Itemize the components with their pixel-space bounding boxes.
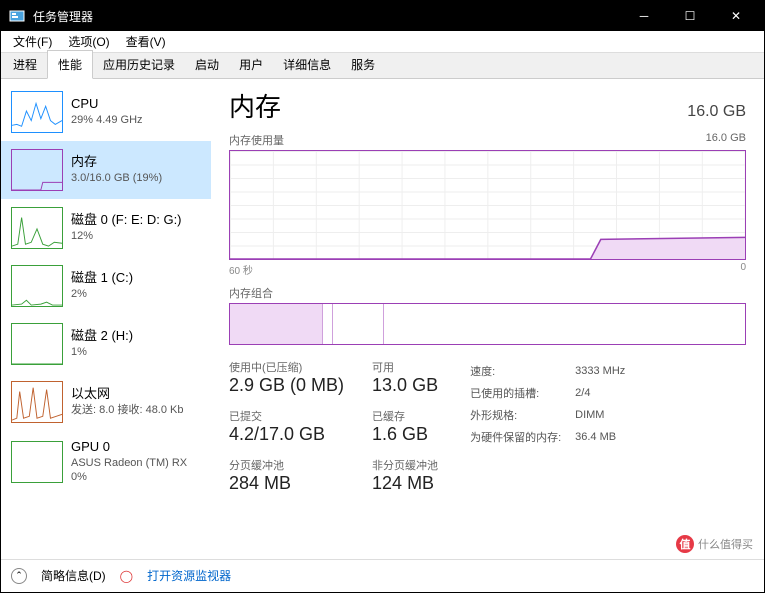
net-sparkline	[11, 381, 63, 423]
disk-sparkline	[11, 265, 63, 307]
memory-form: DIMM	[575, 405, 637, 425]
tab-users[interactable]: 用户	[229, 51, 273, 78]
stat-in-use: 2.9 GB (0 MB)	[229, 375, 344, 396]
resmon-icon: ◯	[120, 569, 133, 583]
fewer-details-link[interactable]: 简略信息(D)	[41, 567, 106, 584]
stat-paged: 284 MB	[229, 473, 344, 494]
memory-speed: 3333 MHz	[575, 361, 637, 381]
sidebar-item-disk2[interactable]: 磁盘 2 (H:)1%	[1, 315, 211, 373]
sidebar-label: GPU 0	[71, 439, 187, 456]
window-title: 任务管理器	[33, 8, 630, 25]
disk-sparkline	[11, 323, 63, 365]
sidebar-sub: 3.0/16.0 GB (19%)	[71, 171, 162, 185]
sidebar-item-cpu[interactable]: CPU29% 4.49 GHz	[1, 83, 211, 141]
menu-view[interactable]: 查看(V)	[118, 30, 174, 53]
tab-performance[interactable]: 性能	[47, 50, 93, 79]
sidebar-item-memory[interactable]: 内存3.0/16.0 GB (19%)	[1, 141, 211, 199]
memory-details-table: 速度:3333 MHz 已使用的插槽:2/4 外形规格:DIMM 为硬件保留的内…	[468, 359, 639, 449]
watermark-icon: 值	[676, 535, 694, 553]
sidebar-label: 磁盘 2 (H:)	[71, 328, 133, 345]
sidebar-label: 磁盘 1 (C:)	[71, 270, 133, 287]
stat-label: 分页缓冲池	[229, 457, 344, 473]
stat-label: 已提交	[229, 408, 344, 424]
open-resource-monitor-link[interactable]: 打开资源监视器	[147, 567, 231, 584]
sidebar-sub: 12%	[71, 229, 182, 243]
sidebar-label: CPU	[71, 96, 143, 113]
memory-sparkline	[11, 149, 63, 191]
stat-committed: 4.2/17.0 GB	[229, 424, 344, 445]
sidebar: CPU29% 4.49 GHz 内存3.0/16.0 GB (19%) 磁盘 0…	[1, 79, 211, 559]
stat-nonpaged: 124 MB	[372, 473, 438, 494]
memory-reserved: 36.4 MB	[575, 427, 637, 447]
watermark: 值 什么值得买	[670, 531, 759, 557]
stat-label: 已缓存	[372, 408, 438, 424]
sidebar-sub: ASUS Radeon (TM) RX 0%	[71, 456, 187, 485]
sidebar-sub: 2%	[71, 287, 133, 301]
memory-capacity: 16.0 GB	[687, 103, 746, 121]
footer: ⌃ 简略信息(D) ◯ 打开资源监视器	[1, 559, 764, 591]
close-button[interactable]: ✕	[722, 9, 750, 23]
sidebar-item-disk1[interactable]: 磁盘 1 (C:)2%	[1, 257, 211, 315]
title-bar: 任务管理器 ─ ☐ ✕	[1, 1, 764, 31]
sidebar-sub: 29% 4.49 GHz	[71, 113, 143, 127]
sidebar-item-disk0[interactable]: 磁盘 0 (F: E: D: G:)12%	[1, 199, 211, 257]
disk-sparkline	[11, 207, 63, 249]
memory-composition[interactable]	[229, 303, 746, 345]
tab-processes[interactable]: 进程	[3, 51, 47, 78]
sidebar-label: 磁盘 0 (F: E: D: G:)	[71, 212, 182, 229]
tab-services[interactable]: 服务	[341, 51, 385, 78]
tab-bar: 进程 性能 应用历史记录 启动 用户 详细信息 服务	[1, 53, 764, 79]
sidebar-item-ethernet[interactable]: 以太网发送: 8.0 接收: 48.0 Kb	[1, 373, 211, 431]
tab-details[interactable]: 详细信息	[273, 51, 341, 78]
page-title: 内存	[229, 87, 281, 124]
sidebar-sub: 发送: 8.0 接收: 48.0 Kb	[71, 403, 184, 417]
memory-slots: 2/4	[575, 383, 637, 403]
stat-label: 可用	[372, 359, 438, 375]
stat-label: 非分页缓冲池	[372, 457, 438, 473]
axis-right: 0	[740, 262, 746, 277]
chevron-up-icon[interactable]: ⌃	[11, 568, 27, 584]
sidebar-sub: 1%	[71, 345, 133, 359]
cpu-sparkline	[11, 91, 63, 133]
app-icon	[9, 8, 25, 24]
main-panel: 内存 16.0 GB 内存使用量 16.0 GB 60 秒 0 内存组合 使用中(已…	[211, 79, 764, 559]
tab-app-history[interactable]: 应用历史记录	[93, 51, 185, 78]
sidebar-label: 以太网	[71, 386, 184, 403]
memory-usage-graph[interactable]	[229, 150, 746, 260]
minimize-button[interactable]: ─	[630, 9, 658, 23]
usage-graph-max: 16.0 GB	[706, 132, 746, 148]
tab-startup[interactable]: 启动	[185, 51, 229, 78]
menu-bar: 文件(F) 选项(O) 查看(V)	[1, 31, 764, 53]
composition-label: 内存组合	[229, 285, 273, 301]
sidebar-item-gpu0[interactable]: GPU 0ASUS Radeon (TM) RX 0%	[1, 431, 211, 492]
usage-graph-label: 内存使用量	[229, 132, 284, 148]
sidebar-label: 内存	[71, 154, 162, 171]
stat-available: 13.0 GB	[372, 375, 438, 396]
axis-left: 60 秒	[229, 262, 253, 277]
gpu-sparkline	[11, 441, 63, 483]
maximize-button[interactable]: ☐	[676, 9, 704, 23]
stat-label: 使用中(已压缩)	[229, 359, 344, 375]
stat-cached: 1.6 GB	[372, 424, 438, 445]
